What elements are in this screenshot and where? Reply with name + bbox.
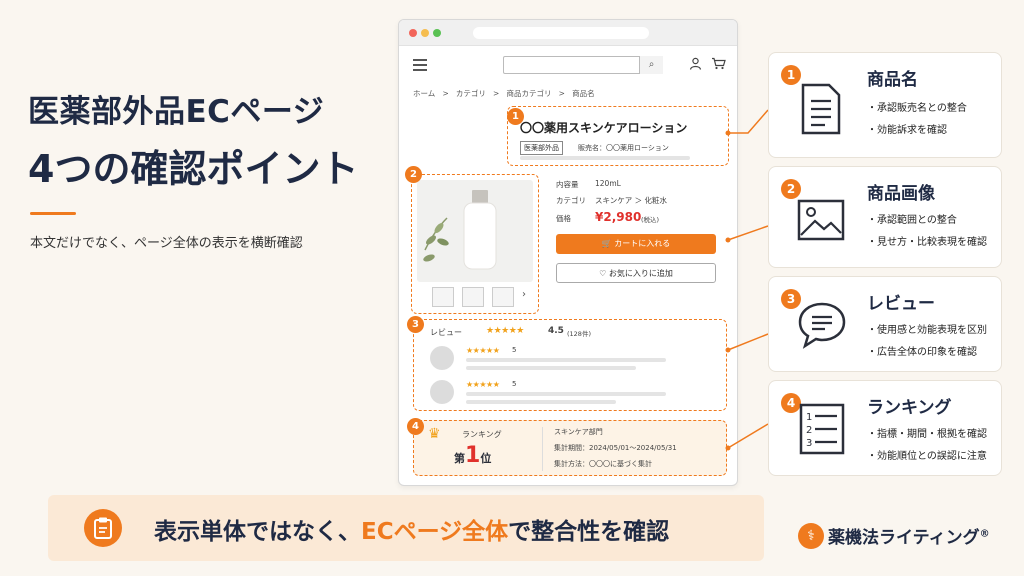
card-title: 商品名 bbox=[867, 70, 918, 90]
banner-text-part2: で整合性を確認 bbox=[508, 519, 670, 545]
banner-message: 表示単体ではなく、ECページ全体で整合性を確認 bbox=[154, 512, 669, 546]
point-card-ranking: 4 1 2 3 ランキング ・指標・期間・根拠を確認 ・効能順位との誤認に注意 bbox=[768, 380, 1002, 476]
card-item: ・効能訴求を確認 bbox=[867, 125, 947, 136]
point-card-product-name: 1 商品名 ・承認販売名との整合 ・効能訴求を確認 bbox=[768, 52, 1002, 158]
banner-text-part1: 表示単体ではなく、 bbox=[154, 519, 361, 545]
image-icon bbox=[797, 199, 845, 245]
card-title: レビュー bbox=[867, 294, 935, 314]
card-item: ・見せ方・比較表現を確認 bbox=[867, 237, 987, 248]
document-icon bbox=[799, 83, 843, 139]
point-card-review: 3 レビュー ・使用感と効能表現を区別 ・広告全体の印象を確認 bbox=[768, 276, 1002, 372]
speech-bubble-icon bbox=[797, 301, 847, 353]
card-item: ・広告全体の印象を確認 bbox=[867, 347, 977, 358]
svg-text:3: 3 bbox=[806, 438, 812, 449]
card-title: 商品画像 bbox=[867, 184, 935, 204]
card-item: ・使用感と効能表現を区別 bbox=[867, 325, 987, 336]
numbered-list-icon: 1 2 3 bbox=[799, 403, 845, 459]
logo-name: 薬機法ライティング bbox=[828, 528, 980, 548]
registered-mark: ® bbox=[979, 528, 990, 540]
card-item: ・効能順位との誤認に注意 bbox=[867, 451, 987, 462]
card-item: ・指標・期間・根拠を確認 bbox=[867, 429, 987, 440]
banner-highlight: ECページ全体 bbox=[361, 519, 509, 545]
card-item: ・承認販売名との整合 bbox=[867, 103, 967, 114]
clipboard-icon bbox=[84, 509, 122, 547]
card-number-badge: 2 bbox=[781, 179, 801, 199]
caduceus-icon: ⚕ bbox=[798, 523, 824, 549]
card-item: ・承認範囲との整合 bbox=[867, 215, 957, 226]
card-title: ランキング bbox=[867, 398, 952, 418]
card-number-badge: 4 bbox=[781, 393, 801, 413]
logo-text: 薬機法ライティング® bbox=[828, 523, 990, 548]
brand-logo: ⚕ 薬機法ライティング® bbox=[794, 515, 1014, 555]
svg-text:2: 2 bbox=[806, 425, 812, 436]
point-card-product-image: 2 商品画像 ・承認範囲との整合 ・見せ方・比較表現を確認 bbox=[768, 166, 1002, 268]
card-number-badge: 1 bbox=[781, 65, 801, 85]
svg-text:1: 1 bbox=[806, 412, 812, 423]
